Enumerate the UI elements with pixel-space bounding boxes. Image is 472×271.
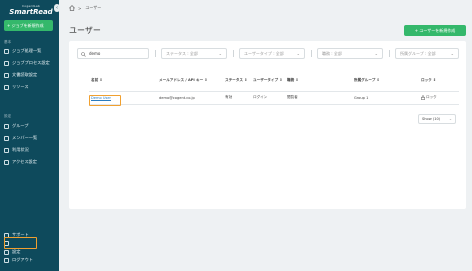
chevron-down-icon: ⌄ <box>448 117 452 121</box>
sidebar-item-label: 文書読取設定 <box>12 72 38 77</box>
chevron-down-icon: ⌄ <box>374 51 378 56</box>
members-icon <box>4 135 9 141</box>
column-header-lock[interactable]: ロック ⇕ <box>419 71 459 92</box>
table-row: Demo User demo@cogent.co.jp 有効 ログイン 閲覧者 … <box>89 91 459 105</box>
sidebar-item-resources[interactable]: リソース <box>4 83 56 91</box>
sidebar-item-access[interactable]: アクセス設定 <box>4 158 56 166</box>
sidebar: CogentLab SmartRead + ジョブを新規作成 基本 ジョブ処理一… <box>0 0 59 271</box>
logo-title: SmartRead <box>9 8 53 16</box>
logout-icon <box>4 257 9 263</box>
column-header-name[interactable]: 名前 ⇕ <box>89 71 157 92</box>
sidebar-item-usage[interactable]: 利用状況 <box>4 146 56 154</box>
sidebar-item-label: リソース <box>12 84 29 89</box>
document-icon <box>4 72 9 78</box>
table-header-row: 名前 ⇕ メールアドレス / API キー ⇕ ステータス ⇕ ユーザータイプ … <box>89 71 459 92</box>
search-value: demo <box>89 51 101 56</box>
column-header-email[interactable]: メールアドレス / API キー ⇕ <box>157 71 223 92</box>
sidebar-item-label: ログアウト <box>12 257 33 262</box>
status-filter-label: ステータス : 全部 <box>166 51 198 56</box>
user-type-filter[interactable]: ユーザータイプ : 全部 ⌄ <box>239 48 305 59</box>
resource-icon <box>4 84 9 90</box>
divider <box>233 50 234 57</box>
chevron-down-icon: ⌄ <box>218 51 222 56</box>
user-role: 閲覧者 <box>285 91 352 105</box>
new-job-button[interactable]: + ジョブを新規作成 <box>4 20 53 31</box>
group-filter-label: 所属グループ : 全部 <box>400 51 436 56</box>
section-label-basic: 基本 <box>4 40 12 44</box>
app-logo[interactable]: CogentLab SmartRead <box>8 4 54 16</box>
logo-subtitle: CogentLab <box>22 4 40 8</box>
position-filter[interactable]: 職務 : 全部 ⌄ <box>317 48 383 59</box>
user-status: 有効 <box>223 91 251 105</box>
divider <box>311 50 312 57</box>
divider <box>155 50 156 57</box>
sidebar-item-document-settings[interactable]: 文書読取設定 <box>4 71 56 79</box>
column-header-user-type[interactable]: ユーザータイプ ⇕ <box>251 71 285 92</box>
sidebar-item-job-list[interactable]: ジョブ処理一覧 <box>4 47 56 55</box>
search-input[interactable]: demo <box>77 48 149 59</box>
collapse-sidebar-button[interactable]: ‹ <box>54 4 60 12</box>
home-icon[interactable] <box>69 5 75 11</box>
lock-button[interactable]: ロック <box>421 95 459 100</box>
access-icon <box>4 159 9 165</box>
highlight-box-sidebar <box>4 237 37 249</box>
list-icon <box>4 48 9 54</box>
column-header-role[interactable]: 職務 ⇕ <box>285 71 352 92</box>
user-type-filter-label: ユーザータイプ : 全部 <box>244 51 284 56</box>
users-card: demo ステータス : 全部 ⌄ ユーザータイプ : 全部 ⌄ 職務 : 全部 ⌄ … <box>69 41 466 209</box>
sidebar-item-label: ジョブ処理一覧 <box>12 48 42 53</box>
page-size-label: Show (10) <box>422 117 441 121</box>
users-table: 名前 ⇕ メールアドレス / API キー ⇕ ステータス ⇕ ユーザータイプ … <box>89 71 459 105</box>
page-title: ユーザー <box>69 26 101 35</box>
lock-label: ロック <box>426 95 437 99</box>
new-user-button[interactable]: + ユーザーを新規作成 <box>404 25 466 36</box>
gear-icon <box>4 249 9 255</box>
status-filter[interactable]: ステータス : 全部 ⌄ <box>161 48 227 59</box>
page-size-select[interactable]: Show (10) ⌄ <box>418 114 456 124</box>
sidebar-item-logout[interactable]: ログアウト <box>4 256 56 264</box>
position-filter-label: 職務 : 全部 <box>322 51 342 56</box>
sidebar-item-settings[interactable]: 設定 <box>4 248 56 256</box>
usage-icon <box>4 147 9 153</box>
highlight-box-user <box>89 95 121 106</box>
sidebar-item-label: ジョブプロセス設定 <box>12 60 50 65</box>
user-type: ログイン <box>251 91 285 105</box>
group-icon <box>4 123 9 129</box>
breadcrumb-current: ユーザー <box>85 5 102 10</box>
group-filter[interactable]: 所属グループ : 全部 ⌄ <box>395 48 459 59</box>
section-label-settings: 設定 <box>4 114 12 118</box>
sidebar-item-members[interactable]: メンバー一覧 <box>4 134 56 142</box>
divider <box>389 50 390 57</box>
chevron-down-icon: ⌄ <box>450 51 454 56</box>
user-email: demo@cogent.co.jp <box>157 91 223 105</box>
breadcrumb-separator: > <box>78 5 82 11</box>
column-header-group[interactable]: 所属グループ ⇕ <box>352 71 419 92</box>
process-icon <box>4 60 9 66</box>
search-icon <box>81 51 86 57</box>
lock-icon <box>421 95 425 100</box>
breadcrumb: > ユーザー <box>69 5 101 11</box>
sidebar-item-label: アクセス設定 <box>12 159 37 164</box>
sidebar-item-label: グループ <box>12 123 29 128</box>
user-group: Group 1 <box>352 91 419 105</box>
sidebar-item-job-process[interactable]: ジョブプロセス設定 <box>4 59 56 67</box>
sidebar-item-label: 設定 <box>12 249 21 254</box>
sidebar-item-label: 利用状況 <box>12 147 29 152</box>
sidebar-item-groups[interactable]: グループ <box>4 122 56 130</box>
sidebar-item-label: メンバー一覧 <box>12 135 38 140</box>
chevron-down-icon: ⌄ <box>296 51 300 56</box>
column-header-status[interactable]: ステータス ⇕ <box>223 71 251 92</box>
